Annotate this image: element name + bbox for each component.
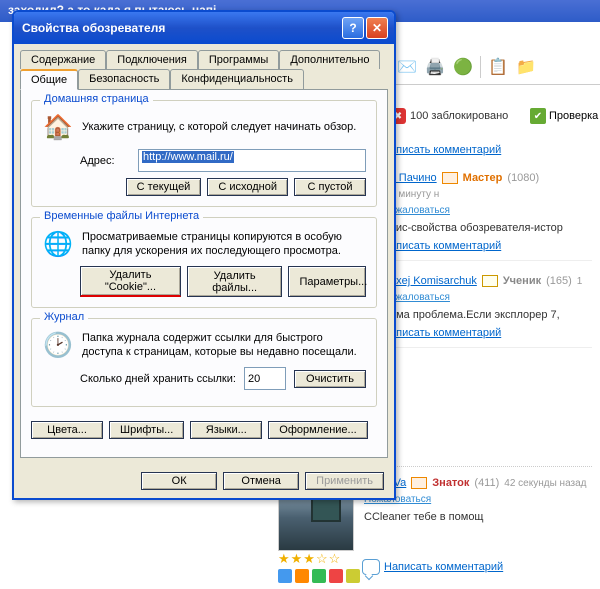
write-comment-link[interactable]: аписать комментарий <box>390 327 592 339</box>
tab-content[interactable]: Содержание <box>20 50 106 69</box>
cancel-button[interactable]: Отмена <box>223 472 299 490</box>
timestamp: 1 <box>577 276 583 287</box>
help-button[interactable]: ? <box>342 17 364 39</box>
badge-icon <box>295 569 309 583</box>
research-icon[interactable]: 📋 <box>485 54 511 80</box>
dialog-title: Свойства обозревателя <box>22 21 340 35</box>
btn-use-current[interactable]: С текущей <box>126 178 202 196</box>
write-comment-link[interactable]: аписать комментарий <box>390 144 592 156</box>
rank-label: Ученик <box>503 275 541 287</box>
write-comment-text: Написать комментарий <box>384 561 503 573</box>
mail-icon[interactable] <box>482 275 498 287</box>
btn-languages[interactable]: Языки... <box>190 421 262 439</box>
history-icon: 🕑 <box>42 329 74 361</box>
points: (1080) <box>507 172 539 184</box>
tab-general[interactable]: Общие <box>20 69 78 90</box>
ok-button[interactable]: ОК <box>141 472 217 490</box>
history-desc: Папка журнала содержит ссылки для быстро… <box>82 331 366 360</box>
timestamp: 42 секунды назад <box>504 478 586 489</box>
write-comment-link[interactable]: Написать комментарий <box>362 559 592 575</box>
bubble-icon <box>362 559 380 575</box>
mail-icon[interactable]: ✉️ <box>394 54 420 80</box>
tab-row-2: Общие Безопасность Конфиденциальность <box>14 69 394 89</box>
tab-row-1: Содержание Подключения Программы Дополни… <box>14 44 394 69</box>
write-comment-link[interactable]: аписать комментарий <box>390 240 592 252</box>
appearance-buttons: Цвета... Шрифты... Языки... Оформление..… <box>31 417 377 447</box>
group-title: Временные файлы Интернета <box>40 210 203 222</box>
points: (411) <box>474 477 499 489</box>
temp-desc: Просматриваемые страницы копируются в ос… <box>82 230 366 259</box>
badge-icon <box>329 569 343 583</box>
dialog-actions: ОК Отмена Применить <box>14 464 394 498</box>
btn-clear-history[interactable]: Очистить <box>294 370 366 388</box>
rank-label: Мастер <box>463 172 503 184</box>
user-link[interactable]: ь Пачино <box>390 172 437 184</box>
badge-icon <box>312 569 326 583</box>
home-icon: 🏠 <box>42 111 74 143</box>
popup-blocked-info[interactable]: ✖ 100 заблокировано <box>390 108 508 124</box>
dialog-titlebar[interactable]: Свойства обозревателя ? ✕ <box>14 12 394 44</box>
spellcheck-button[interactable]: ✔ Проверка <box>530 108 598 124</box>
answer-item: exej Komisarchuk Ученик (165) 1 ожаловат… <box>390 275 592 348</box>
answer-body: ома проблема.Если эксплорер 7, <box>390 309 592 321</box>
mail-icon[interactable] <box>442 172 458 184</box>
complain-link[interactable]: ожаловаться <box>390 205 450 216</box>
btn-use-default[interactable]: С исходной <box>207 178 288 196</box>
btn-accessibility[interactable]: Оформление... <box>268 421 367 439</box>
check-icon: ✔ <box>530 108 546 124</box>
answer-item: ь Пачино Мастер (1080) 1 минуту н ожалов… <box>390 172 592 261</box>
apply-button[interactable]: Применить <box>305 472 384 490</box>
timestamp: 1 минуту н <box>390 189 439 200</box>
separator <box>480 56 481 78</box>
btn-colors[interactable]: Цвета... <box>31 421 103 439</box>
btn-delete-files[interactable]: Удалить файлы... <box>187 266 283 297</box>
tab-programs[interactable]: Программы <box>198 50 279 69</box>
group-title: Журнал <box>40 311 88 323</box>
btn-fonts[interactable]: Шрифты... <box>109 421 184 439</box>
home-desc: Укажите страницу, с которой следует начи… <box>82 120 366 134</box>
write-comment-text: аписать комментарий <box>390 144 501 156</box>
btn-use-blank[interactable]: С пустой <box>294 178 366 196</box>
internet-options-dialog: Свойства обозревателя ? ✕ Содержание Под… <box>12 10 396 500</box>
group-title: Домашняя страница <box>40 93 153 105</box>
answer-body: вис-свойства обозревателя-истор <box>390 222 592 234</box>
badge-icon <box>346 569 360 583</box>
rank-label: Знаток <box>432 477 469 489</box>
mail-icon[interactable] <box>411 477 427 489</box>
messenger-icon[interactable]: 🟢 <box>450 54 476 80</box>
print-icon[interactable]: 🖨️ <box>422 54 448 80</box>
address-input[interactable]: http://www.mail.ru/ <box>138 149 366 172</box>
write-comment-text: аписать комментарий <box>390 327 501 339</box>
addr-label: Адрес: <box>80 155 130 167</box>
days-label: Сколько дней хранить ссылки: <box>80 373 236 385</box>
address-value: http://www.mail.ru/ <box>142 151 234 163</box>
tab-security[interactable]: Безопасность <box>78 69 170 89</box>
folder-icon[interactable]: 📁 <box>513 54 539 80</box>
complain-link[interactable]: ожаловаться <box>390 292 450 303</box>
browser-toolbar: ✉️ 🖨️ 🟢 📋 📁 <box>390 50 600 85</box>
user-link[interactable]: exej Komisarchuk <box>390 275 477 287</box>
btn-delete-cookies[interactable]: Удалить "Cookie"... <box>80 266 181 297</box>
group-history: Журнал 🕑 Папка журнала содержит ссылки д… <box>31 318 377 407</box>
points: (165) <box>546 275 572 287</box>
badge-icon <box>278 569 292 583</box>
days-input[interactable] <box>244 367 286 390</box>
btn-settings[interactable]: Параметры... <box>288 266 366 297</box>
write-comment-text: аписать комментарий <box>390 240 501 252</box>
answer-body: CCleaner тебе в помощ <box>362 511 592 523</box>
tab-privacy[interactable]: Конфиденциальность <box>170 69 304 89</box>
answers-list: аписать комментарий ь Пачино Мастер (108… <box>390 138 592 362</box>
temp-files-icon: 🌐 <box>42 228 74 260</box>
group-homepage: Домашняя страница 🏠 Укажите страницу, с … <box>31 100 377 207</box>
group-temp-files: Временные файлы Интернета 🌐 Просматривае… <box>31 217 377 308</box>
check-label: Проверка <box>549 110 598 122</box>
blocked-text: 100 заблокировано <box>410 110 508 122</box>
close-button[interactable]: ✕ <box>366 17 388 39</box>
tab-connections[interactable]: Подключения <box>106 50 198 69</box>
tab-advanced[interactable]: Дополнительно <box>279 50 380 69</box>
tab-panel-general: Домашняя страница 🏠 Укажите страницу, с … <box>20 89 388 458</box>
